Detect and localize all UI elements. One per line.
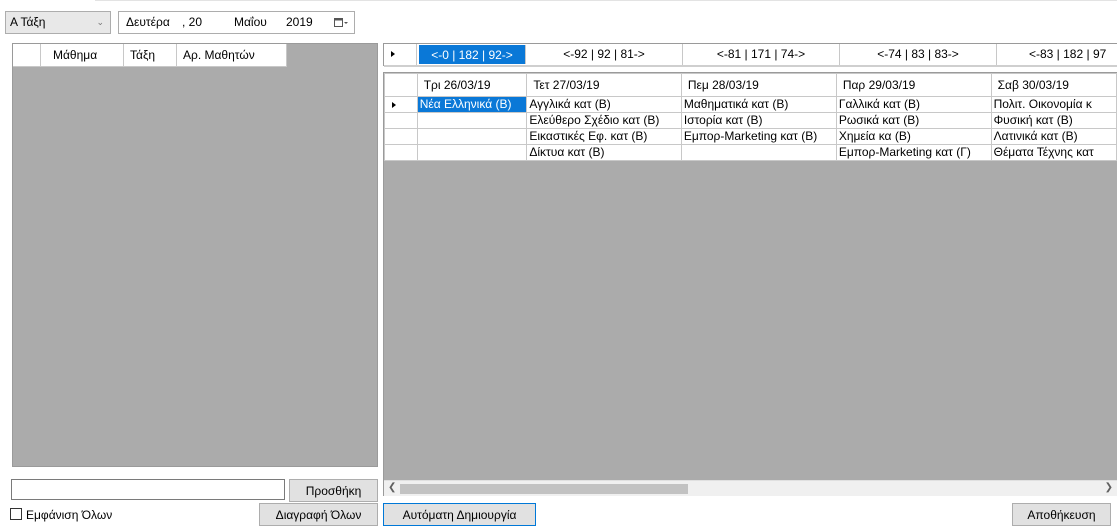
schedule-cell[interactable] [416,112,528,129]
week-nav-item[interactable]: <-83 | 182 | 97 [997,44,1117,65]
column-header-class[interactable]: Τάξη [124,44,177,67]
schedule-cell[interactable]: Ιστορία κατ (Β) [680,112,837,129]
day-column-header[interactable]: Παρ 29/03/19 [835,73,992,97]
schedule-cell[interactable] [416,144,528,161]
scroll-right-icon[interactable]: ❯ [1105,482,1113,493]
row-pointer-icon [391,51,395,57]
row-header[interactable] [384,128,418,145]
schedule-horizontal-scrollbar[interactable]: ❮ ❯ [384,480,1117,496]
row-pointer-icon [392,102,396,108]
day-column-header[interactable]: Τετ 27/03/19 [526,73,682,97]
scrollbar-thumb[interactable] [400,484,688,494]
date-weekday[interactable]: Δευτέρα [126,15,170,29]
row-header [384,44,417,65]
schedule-table: Τρι 26/03/19 Τετ 27/03/19 Πεμ 28/03/19 Π… [384,73,1117,161]
scroll-left-icon[interactable]: ❮ [388,482,396,493]
schedule-cell[interactable]: Θέματα Τέχνης κατ [990,144,1117,161]
schedule-cell[interactable]: Νέα Ελληνικά (Β) [416,96,528,113]
schedule-cell[interactable]: Μαθηματικά κατ (Β) [680,96,837,113]
show-all-label: Εμφάνιση Όλων [26,508,113,522]
schedule-cell[interactable]: Εικαστικές Εφ. κατ (Β) [526,128,682,145]
class-combobox-value: Α Τάξη [10,15,46,29]
week-nav-item[interactable]: <-81 | 171 | 74-> [683,44,840,65]
row-header[interactable] [384,112,418,129]
lessons-grid-header: Μάθημα Τάξη Αρ. Μαθητών [13,44,287,67]
schedule-cell[interactable]: Λατινικά κατ (Β) [990,128,1117,145]
lesson-input[interactable] [11,479,285,500]
schedule-cell[interactable]: Γαλλικά κατ (Β) [835,96,992,113]
tab-strip-line [95,0,1117,1]
schedule-cell[interactable]: Δίκτυα κατ (Β) [526,144,682,161]
schedule-cell[interactable]: Αγγλικά κατ (Β) [526,96,682,113]
schedule-cell[interactable]: Ρωσικά κατ (Β) [835,112,992,129]
schedule-cell[interactable] [416,128,528,145]
schedule-cell[interactable]: Χημεία κα (Β) [835,128,992,145]
date-month[interactable]: Μαΐου [234,15,267,29]
day-column-header[interactable]: Τρι 26/03/19 [416,73,528,97]
add-button[interactable]: Προσθήκη [289,479,378,502]
date-day[interactable]: , 20 [182,15,202,29]
week-nav-scrollbar[interactable] [384,65,1117,67]
row-header[interactable] [384,144,418,161]
class-combobox[interactable]: Α Τάξη ⌄ [5,11,111,34]
table-row[interactable]: Ελεύθερο Σχέδιο κατ (Β) Ιστορία κατ (Β) … [384,112,1117,129]
save-button[interactable]: Αποθήκευση [1012,503,1111,526]
lessons-grid[interactable]: Μάθημα Τάξη Αρ. Μαθητών [12,43,378,467]
table-row[interactable]: Νέα Ελληνικά (Β) Αγγλικά κατ (Β) Μαθηματ… [384,96,1117,113]
show-all-checkbox[interactable]: Εμφάνιση Όλων [10,508,112,522]
schedule-cell[interactable]: Εμπορ-Marketing κατ (Β) [680,128,837,145]
schedule-cell[interactable]: Ελεύθερο Σχέδιο κατ (Β) [526,112,682,129]
schedule-cell[interactable]: Εμπορ-Marketing κατ (Γ) [835,144,992,161]
date-year[interactable]: 2019 [286,15,313,29]
column-header-lesson[interactable]: Μάθημα [41,44,124,67]
column-header-students[interactable]: Αρ. Μαθητών [177,44,287,67]
week-navigation-grid[interactable]: <-0 | 182 | 92-> <-92 | 92 | 81-> <-81 |… [383,43,1117,67]
calendar-dropdown-icon[interactable] [334,16,348,29]
checkbox-box[interactable] [10,508,22,520]
day-column-header[interactable]: Πεμ 28/03/19 [680,73,837,97]
week-nav-item[interactable]: <-0 | 182 | 92-> [419,45,526,64]
schedule-grid[interactable]: Τρι 26/03/19 Τετ 27/03/19 Πεμ 28/03/19 Π… [383,72,1117,496]
week-nav-item[interactable]: <-74 | 83 | 83-> [840,44,997,65]
row-header[interactable] [384,96,418,113]
schedule-header-row: Τρι 26/03/19 Τετ 27/03/19 Πεμ 28/03/19 Π… [384,73,1117,97]
table-row[interactable]: Εικαστικές Εφ. κατ (Β) Εμπορ-Marketing κ… [384,128,1117,145]
day-column-header[interactable]: Σαβ 30/03/19 [990,73,1117,97]
schedule-cell[interactable]: Πολιτ. Οικονομία κ [990,96,1117,113]
schedule-corner [384,73,418,97]
lessons-grid-corner [13,44,41,67]
date-picker[interactable]: Δευτέρα , 20 Μαΐου 2019 [118,11,355,34]
auto-create-button[interactable]: Αυτόματη Δημιουργία [383,503,536,526]
table-row[interactable]: Δίκτυα κατ (Β) Εμπορ-Marketing κατ (Γ) Θ… [384,144,1117,161]
schedule-cell[interactable] [680,144,837,161]
chevron-down-icon[interactable]: ⌄ [96,17,104,28]
week-nav-item[interactable]: <-92 | 92 | 81-> [526,44,683,65]
schedule-cell[interactable]: Φυσική κατ (Β) [990,112,1117,129]
delete-all-button[interactable]: Διαγραφή Όλων [259,503,378,526]
